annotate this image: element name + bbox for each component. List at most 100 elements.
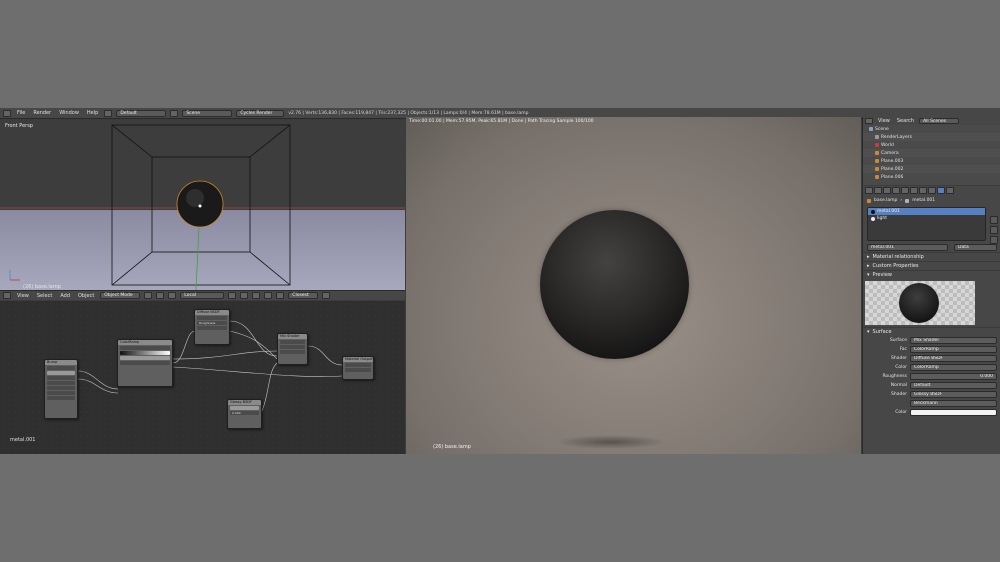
bump-node[interactable]: Bump [44, 359, 78, 419]
3d-viewport[interactable]: Front Persp (26) base.lamp [0, 120, 405, 290]
shader-row: Shader Diffuse BSDF [863, 354, 1000, 363]
outliner-header: View Search All Scenes [863, 117, 1000, 125]
scene-icon[interactable] [170, 109, 179, 117]
snap-target-select[interactable]: Closest [288, 292, 319, 299]
layers-tab-icon[interactable] [874, 187, 882, 194]
slot-menu-icon[interactable] [990, 236, 998, 244]
outliner-item[interactable]: Plane.003 [863, 157, 1000, 165]
layer-icon[interactable] [252, 292, 261, 299]
node-editor[interactable]: Bump ColorRamp Diffuse BSDF Roughness Mi… [0, 301, 405, 454]
render-view[interactable]: Time:00:01.00 | Mem:57.95M, Peak:65.81M … [406, 117, 861, 454]
modifiers-tab-icon[interactable] [919, 187, 927, 194]
color-select[interactable]: ColorRamp [910, 364, 997, 371]
material-name-field[interactable]: metal.001 [867, 244, 948, 251]
pivot-icon[interactable] [156, 292, 165, 299]
scene-select[interactable]: Scene [182, 109, 233, 117]
scene-icon [869, 127, 873, 131]
add-slot-icon[interactable] [990, 216, 998, 224]
layer-icon[interactable] [240, 292, 249, 299]
properties-editor[interactable]: base.lamp › metal.001 metal.001 light me… [862, 186, 1000, 454]
menu-help[interactable]: Help [85, 110, 100, 116]
scene-stats: v2.76 | Verts:136,830 | Faces:119,847 | … [288, 110, 529, 116]
roughness-row: Roughness 0.000 [863, 372, 1000, 381]
editor-type-icon[interactable] [3, 292, 11, 299]
world-tab-icon[interactable] [892, 187, 900, 194]
screen-layout-icon[interactable] [104, 109, 113, 117]
material-slot[interactable]: light [868, 215, 985, 222]
shader-select[interactable]: Glossy BSDF [910, 391, 997, 398]
outliner-item[interactable]: RenderLayers [863, 133, 1000, 141]
material-icon [871, 209, 875, 214]
normal-select[interactable]: Default [910, 382, 997, 389]
scene-tab-icon[interactable] [883, 187, 891, 194]
mode-select[interactable]: Object Mode [100, 292, 141, 299]
material-slot[interactable]: metal.001 [868, 208, 985, 215]
mesh-icon [875, 175, 879, 179]
texture-tab-icon[interactable] [946, 187, 954, 194]
outliner-item[interactable]: World [863, 141, 1000, 149]
color-row: Color [863, 408, 1000, 417]
panel-material-relationship[interactable]: ▸ Material relationship [863, 252, 1000, 261]
manipulator-icon[interactable] [168, 292, 177, 299]
outliner[interactable]: View Search All Scenes Scene RenderLayer… [862, 117, 1000, 185]
material-preview [865, 281, 975, 325]
magnet-icon[interactable] [276, 292, 285, 299]
display-mode-select[interactable]: All Scenes [919, 118, 960, 124]
constraints-tab-icon[interactable] [910, 187, 918, 194]
shader-row: Shader Glossy BSDF [863, 390, 1000, 399]
material-slot-list[interactable]: metal.001 light [867, 207, 986, 241]
outliner-item[interactable]: Camera [863, 149, 1000, 157]
outliner-item[interactable]: Plane.006 [863, 173, 1000, 181]
node-title: Bump [45, 360, 77, 365]
mesh-icon [875, 159, 879, 163]
render-tab-icon[interactable] [865, 187, 873, 194]
data-tab-icon[interactable] [928, 187, 936, 194]
roughness-slider[interactable]: 0.000 [910, 373, 997, 380]
world-icon [875, 143, 879, 147]
menu-add[interactable]: Add [58, 293, 72, 299]
editor-type-icon[interactable] [3, 109, 11, 117]
menu-select[interactable]: Select [35, 293, 54, 299]
mix-shader-node[interactable]: Mix Shader [277, 333, 308, 365]
outliner-item[interactable]: Scene [863, 125, 1000, 133]
menu-view[interactable]: View [876, 118, 892, 124]
distribution-select[interactable]: Beckmann [910, 400, 997, 407]
menu-window[interactable]: Window [57, 110, 81, 116]
shader-select[interactable]: Diffuse BSDF [910, 355, 997, 362]
menu-object[interactable]: Object [76, 293, 96, 299]
menu-search[interactable]: Search [895, 118, 916, 124]
object-tab-icon[interactable] [901, 187, 909, 194]
preview-sphere [899, 283, 939, 323]
remove-slot-icon[interactable] [990, 226, 998, 234]
menu-render[interactable]: Render [31, 110, 53, 116]
fac-select[interactable]: ColorRamp [910, 346, 997, 353]
glossy-node[interactable]: Glossy BSDF 0.000 [227, 399, 262, 429]
editor-type-icon[interactable] [865, 118, 873, 124]
normal-row: Normal Default [863, 381, 1000, 390]
panel-preview[interactable]: ▾ Preview [863, 270, 1000, 279]
material-tab-icon[interactable] [937, 187, 945, 194]
layout-select[interactable]: Default [116, 109, 167, 117]
surface-shader-select[interactable]: Mix Shader [910, 337, 997, 344]
color-swatch[interactable] [910, 409, 997, 416]
orientation-select[interactable]: Local [180, 292, 225, 299]
glossy-value-field[interactable]: 0.000 [230, 411, 259, 415]
layer-icon[interactable] [264, 292, 273, 299]
layer-icon[interactable] [228, 292, 237, 299]
outliner-item[interactable]: Plane.002 [863, 165, 1000, 173]
panel-surface[interactable]: ▾ Surface [863, 327, 1000, 336]
diffuse-node[interactable]: Diffuse BSDF Roughness [194, 309, 230, 345]
render-engine-select[interactable]: Cycles Render [236, 109, 285, 117]
material-output-node[interactable]: Material Output [342, 356, 374, 380]
camera-icon [875, 151, 879, 155]
render-preview-icon[interactable] [322, 292, 331, 299]
slot-tools [990, 216, 998, 246]
shading-icon[interactable] [144, 292, 153, 299]
color-ramp-bar[interactable] [120, 351, 170, 355]
render-layers-icon [875, 135, 879, 139]
menu-file[interactable]: File [15, 110, 27, 116]
menu-view[interactable]: View [15, 293, 31, 299]
panel-custom-properties[interactable]: ▸ Custom Properties [863, 261, 1000, 270]
colorramp-node[interactable]: ColorRamp [117, 339, 173, 387]
roughness-field[interactable]: Roughness [197, 321, 227, 325]
